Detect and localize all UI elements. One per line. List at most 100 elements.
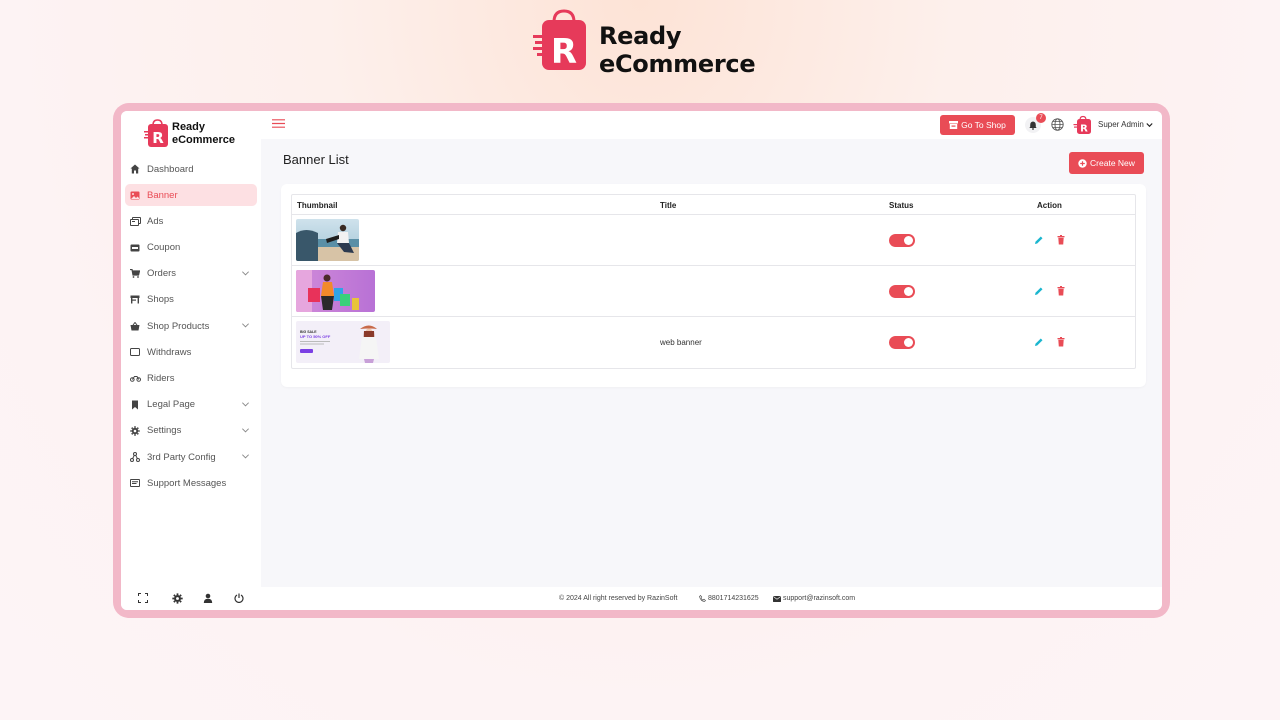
network-icon: [129, 451, 141, 463]
edit-icon[interactable]: [1034, 286, 1044, 296]
sidebar-item-withdraws[interactable]: Withdraws: [125, 341, 257, 363]
column-header-thumbnail: Thumbnail: [297, 201, 338, 210]
status-toggle[interactable]: [889, 285, 915, 298]
chevron-down-icon: [242, 323, 249, 328]
svg-text:UP TO 50% OFF: UP TO 50% OFF: [300, 334, 331, 339]
column-header-action: Action: [1037, 201, 1062, 210]
sidebar-brand-line2: eCommerce: [172, 134, 235, 146]
sidebar-brand-line1: Ready: [172, 121, 206, 133]
sidebar-item-label: Riders: [147, 373, 175, 384]
bag-logo-icon: R: [533, 9, 586, 72]
go-to-shop-label: Go To Shop: [961, 120, 1006, 130]
go-to-shop-button[interactable]: Go To Shop: [940, 115, 1015, 135]
chevron-down-icon: [1146, 122, 1153, 127]
notification-count-badge: 7: [1036, 113, 1046, 123]
globe-icon[interactable]: [1051, 118, 1064, 131]
banner-thumbnail[interactable]: BIG SALE UP TO 50% OFF: [296, 321, 390, 363]
sidebar-item-settings[interactable]: Settings: [125, 420, 257, 442]
column-header-title: Title: [660, 201, 677, 210]
sidebar-item-shop-products[interactable]: Shop Products: [125, 315, 257, 337]
sidebar-item-dashboard[interactable]: Dashboard: [125, 158, 257, 180]
footer-email-address: support@razinsoft.com: [783, 595, 856, 602]
store-icon: [129, 294, 141, 306]
banner-table: Thumbnail Title Status Action BIG SALE U…: [291, 194, 1136, 369]
bag-logo-icon: R: [144, 119, 168, 147]
page-title: Banner List: [283, 152, 349, 167]
sidebar-item-coupon[interactable]: Coupon: [125, 237, 257, 259]
create-new-label: Create New: [1090, 158, 1135, 168]
sidebar-item-label: Shop Products: [147, 320, 210, 332]
bike-icon: [129, 373, 141, 385]
banner-thumbnail[interactable]: [296, 219, 359, 261]
top-header: Go To Shop 7 R Super Admin: [261, 111, 1162, 139]
sidebar-item-shops[interactable]: Shops: [125, 289, 257, 311]
avatar[interactable]: R: [1073, 115, 1092, 135]
banner-list-card: Thumbnail Title Status Action BIG SALE U…: [281, 184, 1146, 387]
sidebar-item-support-messages[interactable]: Support Messages: [125, 472, 257, 494]
wallet-icon: [129, 346, 141, 358]
ads-icon: [129, 215, 141, 227]
delete-icon[interactable]: [1056, 286, 1066, 296]
sidebar-item-label: Shops: [147, 294, 174, 306]
message-icon: [129, 477, 141, 489]
brand-title-line1: Ready: [599, 22, 682, 50]
sidebar-item-label: Ads: [147, 215, 164, 227]
home-icon: [129, 163, 141, 175]
svg-text:R: R: [1080, 124, 1088, 135]
footer: © 2024 All right reserved by RazinSoft 8…: [261, 587, 1162, 610]
chevron-down-icon: [242, 271, 249, 276]
delete-icon[interactable]: [1056, 235, 1066, 245]
admin-screen: R Ready eCommerce Dashboard Banner Ads C…: [121, 111, 1162, 610]
table-row: BIG SALE UP TO 50% OFF web banner: [292, 317, 1135, 368]
sidebar-nav: Dashboard Banner Ads Coupon Orders Shops…: [125, 158, 257, 498]
power-icon[interactable]: [233, 592, 245, 604]
footer-email[interactable]: support@razinsoft.com: [773, 595, 855, 602]
store-icon: [949, 121, 959, 129]
sidebar: R Ready eCommerce Dashboard Banner Ads C…: [121, 111, 261, 587]
bell-icon: [1029, 121, 1037, 130]
create-new-button[interactable]: Create New: [1069, 152, 1144, 174]
table-row: [292, 266, 1135, 317]
banner-title: web banner: [660, 338, 702, 347]
banner-thumbnail[interactable]: [296, 270, 375, 312]
sidebar-item-riders[interactable]: Riders: [125, 368, 257, 390]
svg-text:R: R: [551, 32, 577, 72]
sidebar-item-label: 3rd Party Config: [147, 451, 216, 463]
bookmark-icon: [129, 399, 141, 411]
svg-text:R: R: [152, 129, 164, 147]
user-menu[interactable]: Super Admin: [1098, 120, 1153, 129]
basket-icon: [129, 320, 141, 332]
edit-icon[interactable]: [1034, 235, 1044, 245]
cart-icon: [129, 268, 141, 280]
sidebar-brand[interactable]: R Ready eCommerce: [143, 118, 253, 152]
table-header: Thumbnail Title Status Action: [292, 195, 1135, 215]
sidebar-item-label: Banner: [147, 189, 178, 201]
status-toggle[interactable]: [889, 336, 915, 349]
gear-icon[interactable]: [171, 592, 183, 604]
footer-phone-number: 8801714231625: [708, 595, 759, 602]
fullscreen-icon[interactable]: [137, 592, 149, 604]
status-toggle[interactable]: [889, 234, 915, 247]
edit-icon[interactable]: [1034, 337, 1044, 347]
sidebar-item-banner[interactable]: Banner: [125, 184, 257, 207]
sidebar-item-label: Settings: [147, 425, 182, 437]
chevron-down-icon: [242, 454, 249, 459]
user-name: Super Admin: [1098, 120, 1144, 129]
sidebar-item-legal-page[interactable]: Legal Page: [125, 394, 257, 416]
sidebar-item-label: Legal Page: [147, 399, 196, 411]
footer-phone[interactable]: 8801714231625: [699, 595, 759, 602]
image-icon: [129, 189, 141, 201]
sidebar-item-label: Dashboard: [147, 163, 194, 175]
copyright-text: © 2024 All right reserved by RazinSoft: [559, 595, 678, 602]
sidebar-item-3rd-party-config[interactable]: 3rd Party Config: [125, 446, 257, 468]
sidebar-item-label: Orders: [147, 268, 177, 280]
sidebar-item-label: Withdraws: [147, 346, 192, 358]
hamburger-menu-icon[interactable]: [272, 119, 285, 128]
sidebar-item-orders[interactable]: Orders: [125, 263, 257, 285]
gear-icon: [129, 425, 141, 437]
sidebar-item-label: Support Messages: [147, 477, 227, 489]
sidebar-item-ads[interactable]: Ads: [125, 210, 257, 232]
plus-circle-icon: [1078, 158, 1087, 168]
user-icon[interactable]: [202, 592, 214, 604]
delete-icon[interactable]: [1056, 337, 1066, 347]
